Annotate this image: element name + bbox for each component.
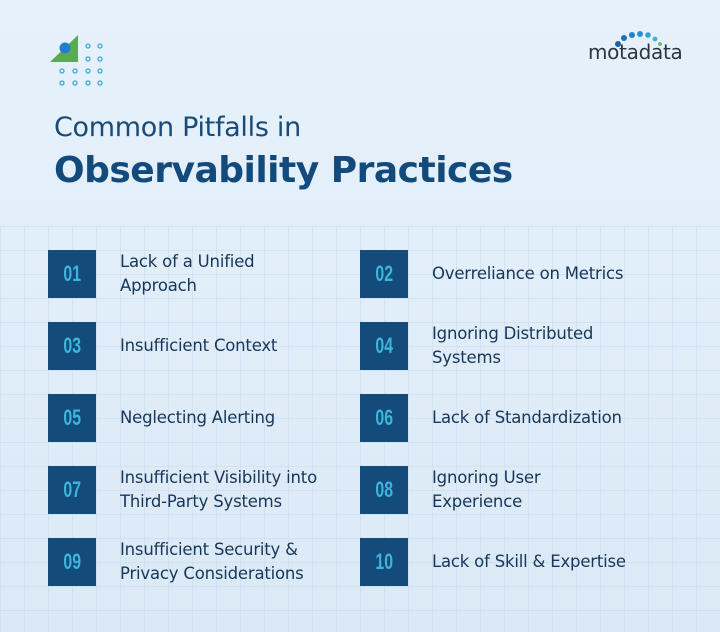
item-number: 04: [375, 333, 393, 358]
pitfall-item: 10 Lack of Skill & Expertise: [360, 538, 670, 586]
number-badge: 04: [360, 322, 408, 370]
number-badge: 02: [360, 250, 408, 298]
pitfall-item: 07 Insufficient Visibility into Third-Pa…: [48, 466, 358, 514]
number-badge: 01: [48, 250, 96, 298]
number-badge: 05: [48, 394, 96, 442]
item-label: Ignoring User Experience: [432, 468, 541, 511]
item-label: Lack of a Unified Approach: [120, 252, 255, 295]
item-number: 09: [63, 549, 81, 574]
item-number: 01: [63, 261, 81, 286]
number-badge: 08: [360, 466, 408, 514]
page-title-line2: Observability Practices: [54, 150, 513, 191]
item-number: 02: [375, 261, 393, 286]
item-number: 05: [63, 405, 81, 430]
item-label: Overreliance on Metrics: [432, 264, 624, 283]
item-label: Lack of Standardization: [432, 408, 622, 427]
item-number: 10: [375, 549, 393, 574]
decorative-triangle-dots-icon: [50, 35, 103, 86]
item-number: 06: [375, 405, 393, 430]
pitfall-item: 02 Overreliance on Metrics: [360, 250, 670, 298]
pitfall-item: 01 Lack of a Unified Approach: [48, 250, 358, 298]
number-badge: 09: [48, 538, 96, 586]
pitfall-item: 03 Insufficient Context: [48, 322, 358, 370]
logo-text: motadata: [588, 40, 683, 64]
pitfall-item: 08 Ignoring User Experience: [360, 466, 670, 514]
pitfall-item: 04 Ignoring Distributed Systems: [360, 322, 670, 370]
motadata-logo: motadata: [588, 30, 694, 66]
pitfall-item: 06 Lack of Standardization: [360, 394, 670, 442]
item-label: Insufficient Visibility into Third-Party…: [120, 468, 317, 511]
pitfall-item: 09 Insufficient Security & Privacy Consi…: [48, 538, 358, 586]
number-badge: 06: [360, 394, 408, 442]
item-number: 03: [63, 333, 81, 358]
item-number: 07: [63, 477, 81, 502]
item-label: Neglecting Alerting: [120, 408, 275, 427]
item-label: Insufficient Context: [120, 336, 278, 355]
item-label: Lack of Skill & Expertise: [432, 552, 626, 571]
pitfall-item: 05 Neglecting Alerting: [48, 394, 358, 442]
number-badge: 07: [48, 466, 96, 514]
item-label: Ignoring Distributed Systems: [432, 324, 594, 367]
item-number: 08: [375, 477, 393, 502]
item-label: Insufficient Security & Privacy Consider…: [120, 540, 304, 583]
number-badge: 03: [48, 322, 96, 370]
page-title-line1: Common Pitfalls in: [54, 112, 301, 143]
number-badge: 10: [360, 538, 408, 586]
